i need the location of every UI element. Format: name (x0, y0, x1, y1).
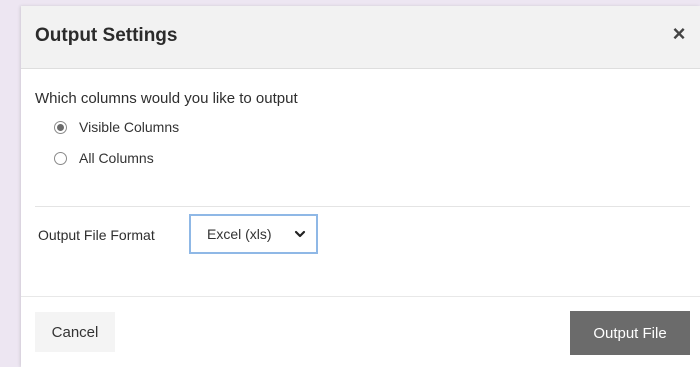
columns-question: Which columns would you like to output (35, 90, 298, 107)
footer-divider (21, 296, 700, 297)
output-file-button[interactable]: Output File (570, 311, 690, 355)
radio-visible-columns-label: Visible Columns (79, 119, 180, 135)
dialog-title: Output Settings (35, 25, 178, 46)
output-format-select[interactable]: Excel (xls) (189, 214, 318, 254)
chevron-down-icon (294, 230, 306, 238)
radio-visible-columns-input[interactable] (54, 120, 67, 134)
radio-all-columns-label: All Columns (79, 150, 154, 166)
radio-all-columns-input[interactable] (54, 151, 67, 165)
close-icon[interactable]: × (668, 22, 690, 46)
output-format-value: Excel (xls) (207, 226, 272, 242)
section-divider (35, 206, 690, 207)
dialog-header: Output Settings × (21, 6, 700, 69)
cancel-button[interactable]: Cancel (35, 312, 115, 352)
radio-all-columns[interactable]: All Columns (54, 150, 154, 166)
radio-visible-columns[interactable]: Visible Columns (54, 119, 179, 135)
output-format-label: Output File Format (38, 227, 155, 243)
output-settings-dialog: Output Settings × Which columns would yo… (21, 6, 700, 367)
